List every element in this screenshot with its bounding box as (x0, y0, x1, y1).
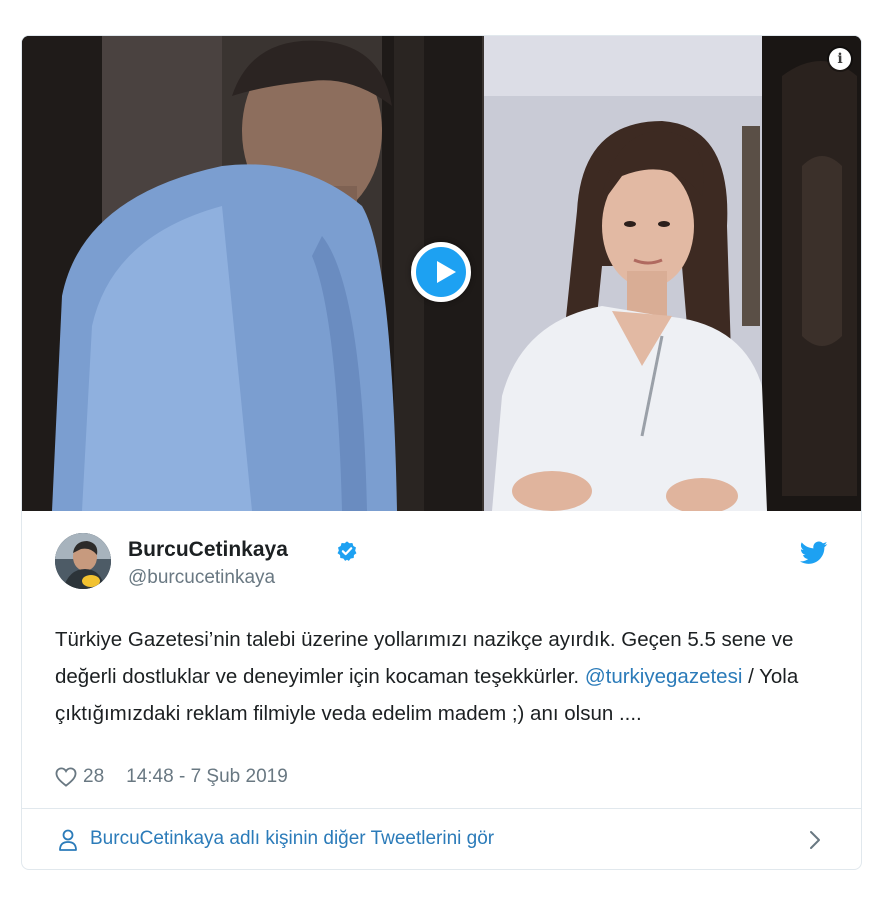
twitter-bird-icon[interactable] (800, 541, 828, 565)
author-name[interactable]: BurcuCetinkaya (128, 538, 288, 562)
see-more-tweets-link[interactable]: BurcuCetinkaya adlı kişinin diğer Tweetl… (22, 809, 861, 869)
chevron-right-icon (810, 831, 820, 849)
embedded-tweet-card: i BurcuCetinkaya @burcucetinkaya Türkiye… (21, 35, 862, 870)
play-icon (437, 261, 456, 283)
tweet-timestamp[interactable]: 14:48 - 7 Şub 2019 (126, 764, 288, 790)
heart-icon[interactable] (55, 767, 77, 787)
video-player[interactable]: i (22, 36, 861, 511)
like-count[interactable]: 28 (83, 764, 104, 790)
tweet-meta: 28 14:48 - 7 Şub 2019 (55, 764, 288, 790)
tweet-text: Türkiye Gazetesi’nin talebi üzerine yoll… (55, 621, 835, 732)
avatar[interactable] (55, 533, 111, 589)
play-button[interactable] (411, 242, 471, 302)
info-icon[interactable]: i (829, 48, 851, 70)
author-handle[interactable]: @burcucetinkaya (128, 567, 275, 589)
tweet-header: BurcuCetinkaya @burcucetinkaya (22, 511, 861, 601)
verified-badge-icon (337, 541, 357, 561)
see-more-tweets-label: BurcuCetinkaya adlı kişinin diğer Tweetl… (90, 828, 495, 849)
person-icon (59, 829, 77, 851)
mention-link[interactable]: @turkiyegazetesi (585, 665, 743, 688)
avatar-image (55, 533, 111, 589)
